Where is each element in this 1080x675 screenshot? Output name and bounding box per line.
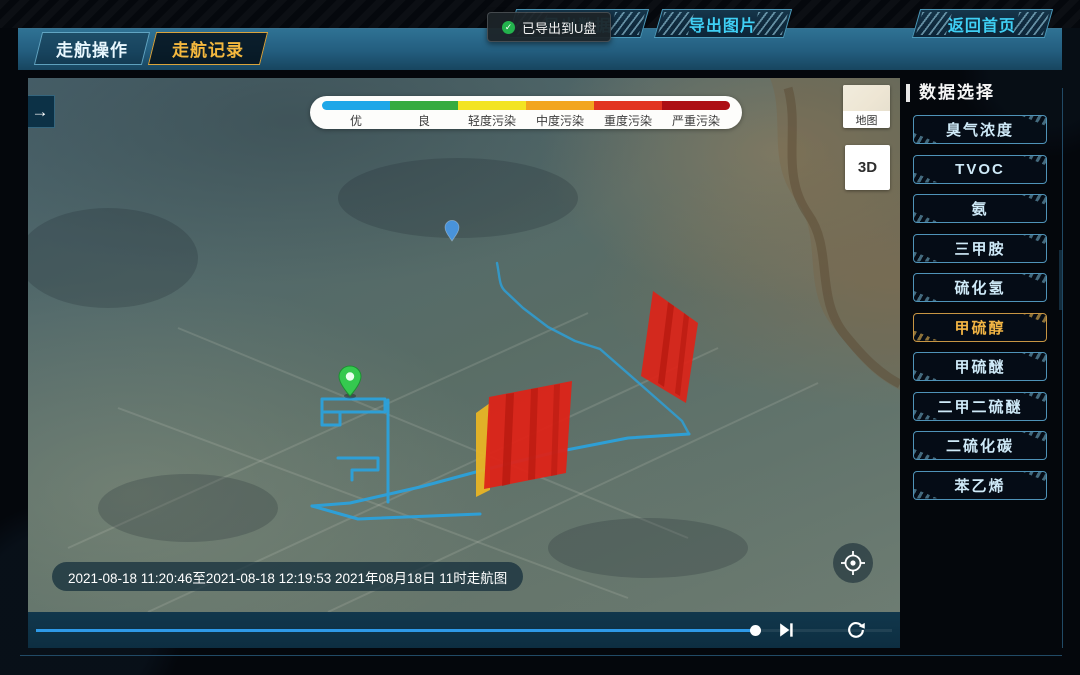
replay-button[interactable] [846, 620, 866, 640]
legend-label: 中度污染 [526, 112, 594, 129]
frame-right-notch [1059, 250, 1063, 310]
data-select-panel: 数据选择 臭气浓度 TVOC 氨三甲胺硫化氢甲硫醇甲硫醚二甲二硫醚二硫化碳苯乙烯 [900, 75, 1062, 660]
mode-3d-button[interactable]: 3D [845, 145, 890, 190]
timeline-progress [36, 629, 755, 632]
pollutant-button-8[interactable]: 二甲二硫醚 [913, 392, 1047, 421]
legend-segment [322, 101, 390, 110]
aqi-legend-labels: 优良轻度污染中度污染重度污染严重污染 [322, 112, 730, 129]
pollutant-button-7[interactable]: 甲硫醚 [913, 352, 1047, 381]
legend-label: 重度污染 [594, 112, 662, 129]
export-toast: ✓ 已导出到U盘 [487, 12, 611, 42]
pollutant-button-2[interactable]: TVOC [913, 155, 1047, 184]
toast-message: 已导出到U盘 [522, 18, 596, 37]
aqi-legend: 优良轻度污染中度污染重度污染严重污染 [310, 96, 742, 129]
legend-label: 轻度污染 [458, 112, 526, 129]
crosshair-icon [839, 549, 867, 577]
legend-segment [594, 101, 662, 110]
frame-bottom-line [20, 655, 1062, 656]
tab-route-operate[interactable]: 走航操作 [34, 32, 150, 65]
panel-title: 数据选择 [906, 84, 995, 102]
pollutant-button-10[interactable]: 苯乙烯 [913, 471, 1047, 500]
tab-route-records[interactable]: 走航记录 [148, 32, 268, 65]
pollution-wall-near [476, 381, 572, 497]
pollution-wall-far [641, 291, 698, 403]
pollutant-button-9[interactable]: 二硫化碳 [913, 431, 1047, 460]
legend-segment [390, 101, 458, 110]
map-canvas[interactable]: 优良轻度污染中度污染重度污染严重污染 → 地图 3D 2021-08-18 11… [28, 78, 900, 612]
button-label: 返回首页 [948, 12, 1016, 36]
legend-label: 严重污染 [662, 112, 730, 129]
pollutant-button-5[interactable]: 硫化氢 [913, 273, 1047, 302]
pollutant-button-3[interactable]: 氨 [913, 194, 1047, 223]
tab-label: 走航记录 [172, 36, 244, 61]
locate-button[interactable] [833, 543, 873, 583]
timeline-track[interactable] [36, 629, 892, 632]
pollutant-button-6[interactable]: 甲硫醇 [913, 313, 1047, 342]
back-home-button[interactable]: 返回首页 [912, 9, 1053, 38]
aqi-legend-bar [322, 101, 730, 110]
legend-label: 良 [390, 112, 458, 129]
collapse-arrow-button[interactable]: → [28, 95, 55, 128]
pollutant-button-1[interactable]: 臭气浓度 [913, 115, 1047, 144]
legend-segment [458, 101, 526, 110]
skip-to-end-button[interactable] [776, 620, 796, 640]
basemap-label: 地图 [843, 111, 890, 128]
legend-label: 优 [322, 112, 390, 129]
playback-bar [28, 612, 900, 648]
legend-segment [526, 101, 594, 110]
tab-label: 走航操作 [56, 36, 128, 61]
app-window: 走航操作走航记录 导出数据导出图片返回首页 ✓ 已导出到U盘 [0, 0, 1080, 675]
toast-success-icon: ✓ [502, 21, 515, 34]
pollutant-button-4[interactable]: 三甲胺 [913, 234, 1047, 263]
route-time-range: 2021-08-18 11:20:46至2021-08-18 12:19:53 … [52, 562, 523, 591]
timeline-handle[interactable] [750, 625, 761, 636]
frame-right-line [1062, 88, 1063, 648]
start-pin-icon [339, 366, 361, 399]
arrow-right-icon: → [32, 102, 49, 122]
legend-segment [662, 101, 730, 110]
export-image-button[interactable]: 导出图片 [654, 9, 792, 38]
button-label: 导出图片 [689, 12, 757, 36]
basemap-switcher[interactable]: 地图 [843, 85, 890, 128]
drone-marker-icon [445, 220, 459, 241]
basemap-thumbnail [843, 85, 890, 111]
route-overlay [28, 78, 900, 612]
